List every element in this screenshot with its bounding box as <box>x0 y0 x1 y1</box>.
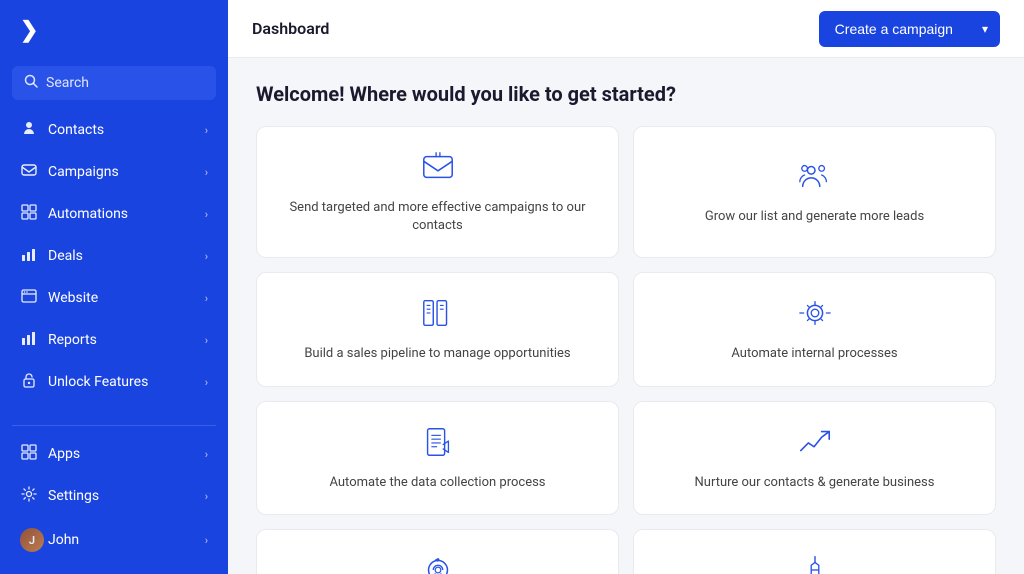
sidebar-item-apps[interactable]: Apps › <box>8 434 220 474</box>
create-campaign-button[interactable]: Create a campaign ▾ <box>819 11 1000 47</box>
deals-icon <box>20 246 38 266</box>
sidebar-item-reports-label: Reports <box>48 332 195 348</box>
cards-grid: Send targeted and more effective campaig… <box>256 126 996 574</box>
card-leads-text: Grow our list and generate more leads <box>705 208 924 226</box>
topbar: Dashboard Create a campaign ▾ <box>228 0 1024 58</box>
sidebar-item-unlock[interactable]: Unlock Features › <box>8 362 220 402</box>
create-campaign-arrow-icon[interactable]: ▾ <box>970 12 1000 46</box>
card-leads[interactable]: Grow our list and generate more leads <box>633 126 996 258</box>
card-campaigns-icon <box>420 149 456 189</box>
card-convert-icon <box>420 552 456 574</box>
sidebar-item-deals-label: Deals <box>48 248 195 264</box>
campaigns-icon <box>20 162 38 182</box>
sidebar-item-deals[interactable]: Deals › <box>8 236 220 276</box>
search-bar[interactable]: Search <box>12 66 216 100</box>
card-data-icon <box>420 424 456 464</box>
sidebar-item-automations-label: Automations <box>48 206 195 222</box>
sidebar-item-settings-label: Settings <box>48 488 195 504</box>
deals-arrow-icon: › <box>205 250 208 263</box>
card-campaigns-text: Send targeted and more effective campaig… <box>281 199 594 235</box>
dashboard-content: Welcome! Where would you like to get sta… <box>228 58 1024 574</box>
sidebar-item-reports[interactable]: Reports › <box>8 320 220 360</box>
page-title: Dashboard <box>252 19 329 38</box>
card-data-text: Automate the data collection process <box>329 474 545 492</box>
card-automate-text: Automate internal processes <box>731 345 897 363</box>
sidebar-item-contacts-label: Contacts <box>48 122 195 138</box>
sidebar-item-website-label: Website <box>48 290 195 306</box>
main-content: Dashboard Create a campaign ▾ Welcome! W… <box>228 0 1024 574</box>
card-nurture-text: Nurture our contacts & generate business <box>695 474 935 492</box>
unlock-icon <box>20 372 38 392</box>
user-avatar: J <box>20 528 38 552</box>
contacts-arrow-icon: › <box>205 124 208 137</box>
card-data[interactable]: Automate the data collection process <box>256 401 619 515</box>
sidebar-item-automations[interactable]: Automations › <box>8 194 220 234</box>
website-icon <box>20 288 38 308</box>
sidebar-item-unlock-label: Unlock Features <box>48 374 195 390</box>
logo-chevron-icon: ❯ <box>20 18 38 43</box>
settings-arrow-icon: › <box>205 490 208 503</box>
user-arrow-icon: › <box>205 534 208 547</box>
sidebar-item-apps-label: Apps <box>48 446 195 462</box>
unlock-arrow-icon: › <box>205 376 208 389</box>
apps-arrow-icon: › <box>205 448 208 461</box>
sidebar: ❯ Search Contacts › Campaigns › <box>0 0 228 574</box>
website-arrow-icon: › <box>205 292 208 305</box>
sidebar-item-user-label: John <box>48 532 195 548</box>
campaigns-arrow-icon: › <box>205 166 208 179</box>
sidebar-item-settings[interactable]: Settings › <box>8 476 220 516</box>
settings-icon <box>20 486 38 506</box>
search-icon <box>24 74 38 92</box>
sidebar-divider <box>12 425 216 426</box>
nav-items: Contacts › Campaigns › Automations › <box>0 110 228 417</box>
card-nurture-icon <box>797 424 833 464</box>
card-gather-icon <box>797 552 833 574</box>
card-pipeline[interactable]: Build a sales pipeline to manage opportu… <box>256 272 619 386</box>
search-label: Search <box>46 75 89 91</box>
sidebar-logo[interactable]: ❯ <box>0 0 228 60</box>
card-pipeline-icon <box>420 295 456 335</box>
card-campaigns[interactable]: Send targeted and more effective campaig… <box>256 126 619 258</box>
card-nurture[interactable]: Nurture our contacts & generate business <box>633 401 996 515</box>
card-pipeline-text: Build a sales pipeline to manage opportu… <box>304 345 570 363</box>
sidebar-item-user[interactable]: J John › <box>8 518 220 562</box>
create-campaign-label: Create a campaign <box>819 11 969 47</box>
automations-arrow-icon: › <box>205 208 208 221</box>
reports-arrow-icon: › <box>205 334 208 347</box>
sidebar-item-campaigns[interactable]: Campaigns › <box>8 152 220 192</box>
card-automate-icon <box>797 295 833 335</box>
card-leads-icon <box>797 158 833 198</box>
apps-icon <box>20 444 38 464</box>
sidebar-item-contacts[interactable]: Contacts › <box>8 110 220 150</box>
sidebar-item-website[interactable]: Website › <box>8 278 220 318</box>
automations-icon <box>20 204 38 224</box>
card-automate[interactable]: Automate internal processes <box>633 272 996 386</box>
reports-icon <box>20 330 38 350</box>
sidebar-bottom: Apps › Settings › J John › <box>0 434 228 574</box>
card-gather[interactable]: Gather better data from our contacts <box>633 529 996 574</box>
sidebar-item-campaigns-label: Campaigns <box>48 164 195 180</box>
contacts-icon <box>20 120 38 140</box>
card-convert[interactable]: Convert current leads into customers <box>256 529 619 574</box>
welcome-heading: Welcome! Where would you like to get sta… <box>256 82 996 106</box>
